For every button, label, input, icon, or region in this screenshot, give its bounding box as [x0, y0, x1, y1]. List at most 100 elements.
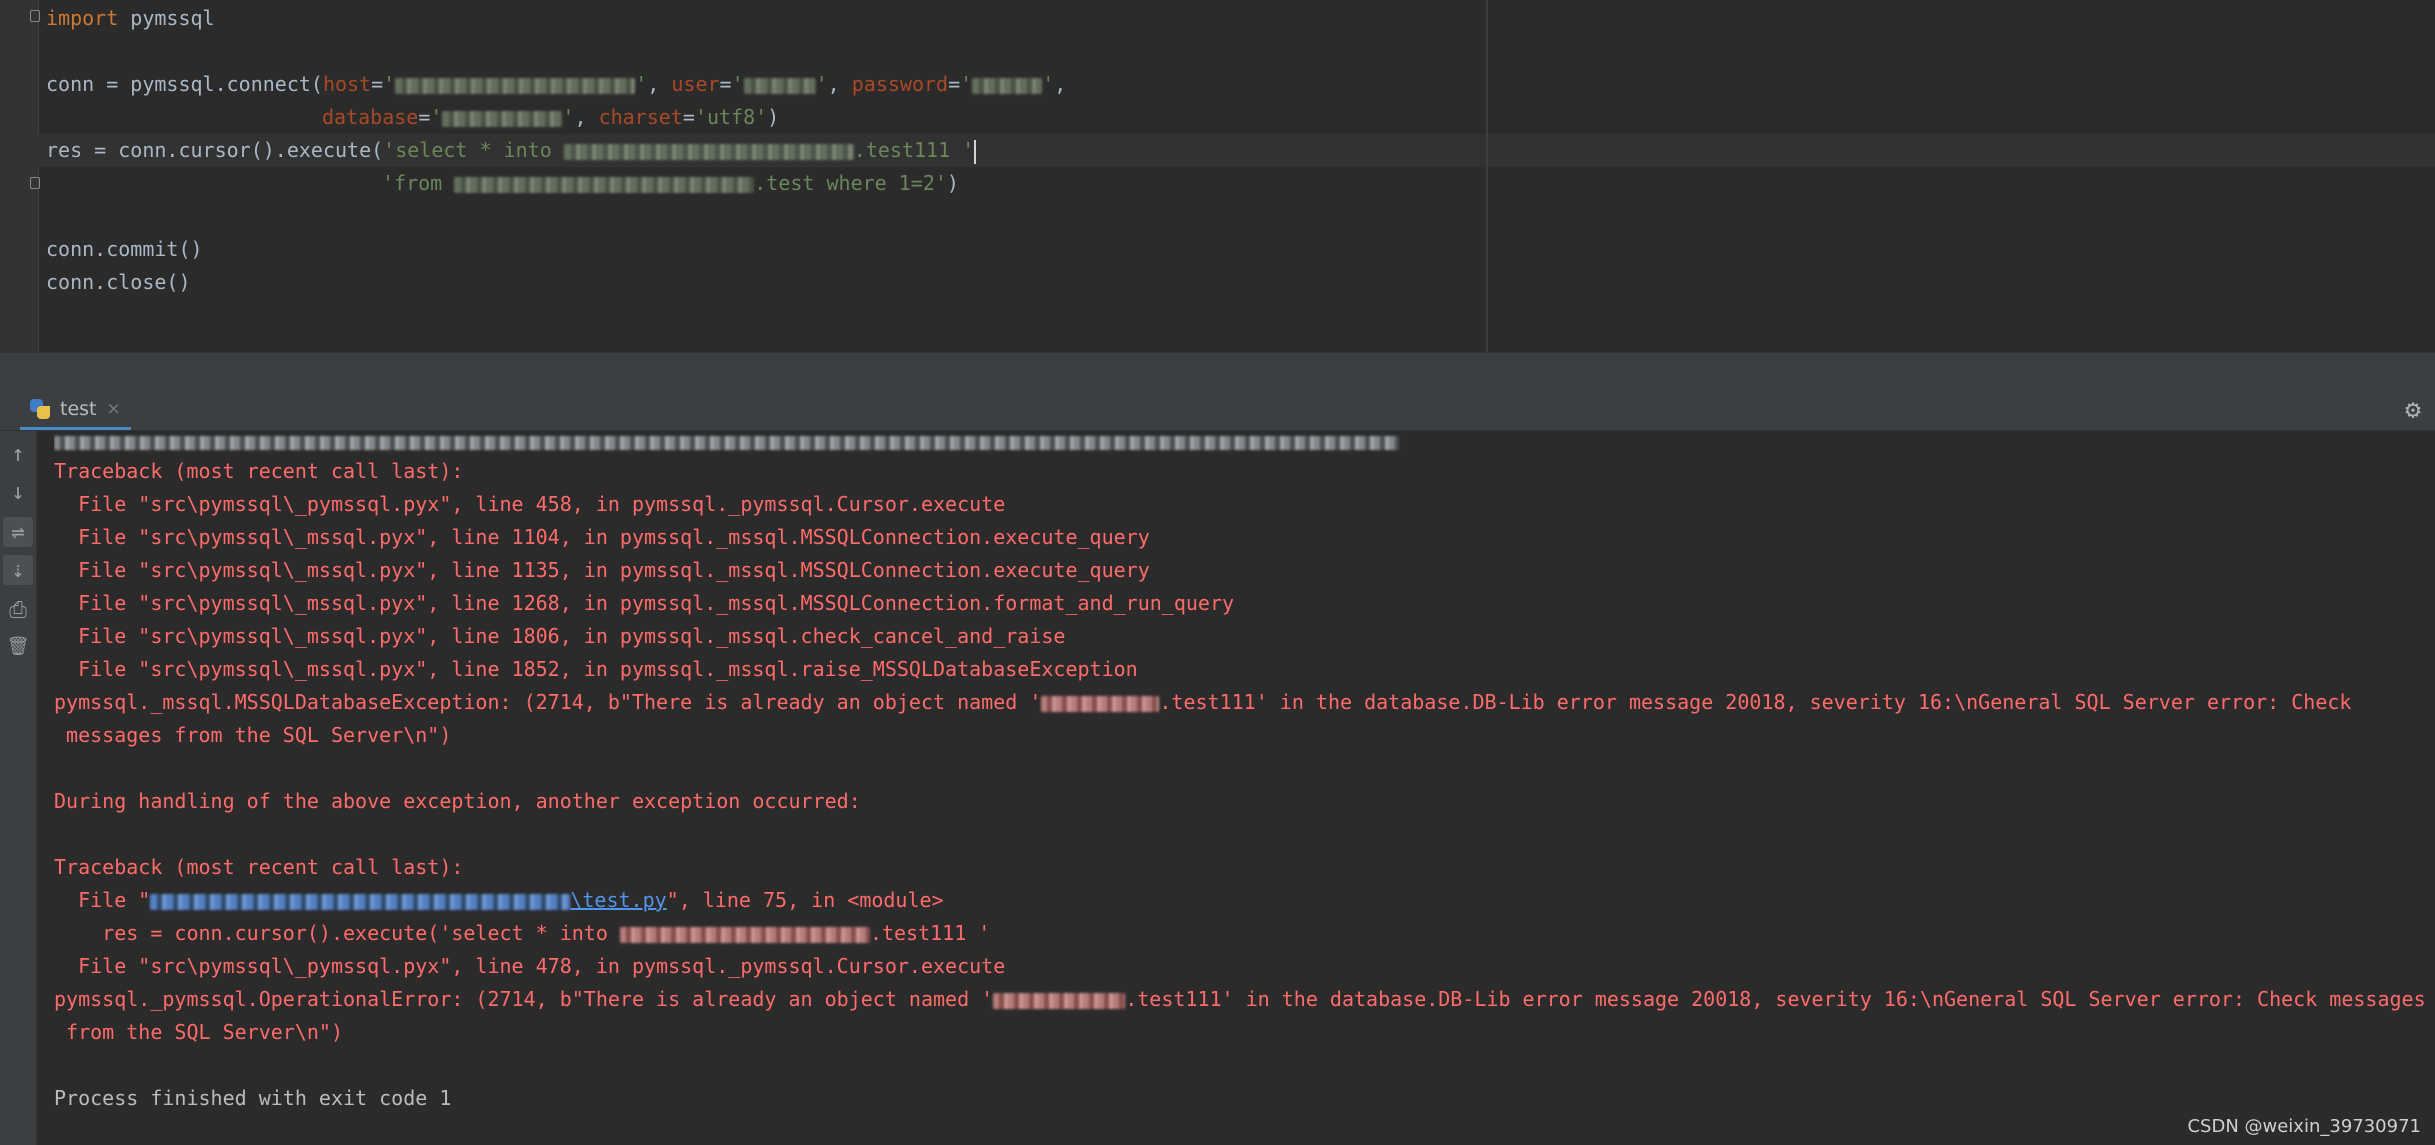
console-toolbar: ↑ ↓ ⇌ ⇣ ⎙ 🗑 — [0, 431, 37, 1145]
quote: ' — [635, 72, 648, 96]
console-line: File "src\pymssql\_mssql.pyx", line 1104… — [54, 525, 1150, 549]
trash-icon[interactable]: 🗑 — [3, 631, 33, 661]
console-line: File "src\pymssql\_pymssql.pyx", line 47… — [54, 954, 1006, 978]
sql-string-part: 'from — [382, 171, 455, 195]
arrow-up-icon[interactable]: ↑ — [3, 439, 33, 469]
code-line-1[interactable]: import pymssql — [46, 2, 215, 35]
python-icon — [30, 398, 50, 419]
redacted-object-name — [1041, 695, 1160, 712]
equals: = — [719, 72, 732, 96]
connect-call: conn = pymssql.connect( — [46, 72, 323, 96]
right-margin-guide — [1486, 0, 1488, 352]
scroll-to-end-icon[interactable]: ⇣ — [3, 555, 33, 585]
error-text: .test111' in the database.DB-Lib error m… — [1125, 987, 2426, 1011]
code-line-4[interactable]: database=' ', charset='utf8') — [322, 101, 779, 134]
redacted-source-table — [454, 176, 755, 193]
console-line: res = conn.cursor().execute('select * in… — [54, 917, 990, 950]
console-output[interactable]: Traceback (most recent call last): File … — [54, 431, 2429, 1145]
process-exit-line: Process finished with exit code 1 — [54, 1086, 452, 1110]
redacted-file-path — [150, 893, 571, 910]
close-icon[interactable]: × — [107, 399, 121, 419]
code-line-9[interactable]: conn.close() — [46, 266, 191, 299]
panel-splitter[interactable] — [0, 352, 2435, 391]
quote: ' — [731, 72, 744, 96]
sql-string-part: 'select * into — [383, 138, 564, 162]
run-tool-window-header: test × ⚙ — [0, 390, 2435, 431]
print-icon[interactable]: ⎙ — [3, 595, 33, 625]
code-line-3[interactable]: conn = pymssql.connect(host=' ', user=' ',… — [46, 68, 1066, 101]
redacted-host — [395, 77, 636, 94]
redacted-command-line — [54, 435, 1399, 450]
error-text: ", line 75, in <module> — [666, 888, 944, 912]
separator: , — [647, 72, 672, 96]
close-call: conn.close() — [46, 270, 191, 294]
error-text: pymssql._mssql.MSSQLDatabaseException: (… — [54, 690, 1042, 714]
code-line-8[interactable]: conn.commit() — [46, 233, 203, 266]
watermark: CSDN @weixin_39730971 — [2187, 1116, 2421, 1137]
console-line: File "src\pymssql\_pymssql.pyx", line 45… — [54, 492, 1006, 516]
sql-string-part: .test111 ' — [853, 138, 975, 162]
console-line: messages from the SQL Server\n") — [54, 723, 452, 747]
console-line: During handling of the above exception, … — [54, 789, 861, 813]
console-line: Traceback (most recent call last): — [54, 855, 464, 879]
console-line: pymssql._mssql.MSSQLDatabaseException: (… — [54, 686, 2351, 719]
close-paren: ) — [946, 171, 959, 195]
separator: , — [827, 72, 852, 96]
arrow-down-icon[interactable]: ↓ — [3, 477, 33, 507]
console-line: Traceback (most recent call last): — [54, 459, 464, 483]
console-line: File "src\pymssql\_mssql.pyx", line 1852… — [54, 657, 1138, 681]
equals: = — [418, 105, 431, 129]
code-line-6[interactable]: 'from .test where 1=2') — [382, 167, 959, 200]
error-text: File " — [54, 888, 151, 912]
close-paren: ) — [767, 105, 780, 129]
redacted-table-name — [619, 926, 870, 943]
file-link[interactable]: \test.py — [570, 888, 666, 912]
fold-marker-icon[interactable] — [30, 177, 40, 189]
soft-wrap-icon[interactable]: ⇌ — [3, 517, 33, 547]
quote: ' — [383, 72, 396, 96]
console-line: File "src\pymssql\_mssql.pyx", line 1268… — [54, 591, 1235, 615]
comma: , — [1054, 72, 1067, 96]
equals: = — [371, 72, 384, 96]
sql-string-part: .test where 1=2' — [754, 171, 947, 195]
equals: = — [948, 72, 961, 96]
console-line: pymssql._pymssql.OperationalError: (2714… — [54, 983, 2426, 1016]
code-line-5[interactable]: res = conn.cursor().execute('select * in… — [46, 134, 977, 167]
module-name: pymssql — [118, 6, 215, 30]
editor-gutter — [0, 0, 40, 352]
execute-call: res = conn.cursor().execute( — [46, 138, 384, 162]
param-user: user — [671, 72, 720, 96]
quote: ' — [815, 72, 828, 96]
code-editor[interactable]: import pymssql conn = pymssql.connect(ho… — [0, 0, 2435, 352]
charset-value: 'utf8' — [694, 105, 768, 129]
error-text: pymssql._pymssql.OperationalError: (2714… — [54, 987, 994, 1011]
param-database: database — [322, 105, 419, 129]
error-text: .test111 ' — [869, 921, 991, 945]
redacted-user — [743, 77, 816, 94]
equals: = — [682, 105, 695, 129]
quote: ' — [1042, 72, 1055, 96]
console-line: File " \test.py", line 75, in <module> — [54, 884, 944, 917]
quote: ' — [562, 105, 575, 129]
fold-marker-icon[interactable] — [30, 10, 40, 22]
quote: ' — [430, 105, 443, 129]
redacted-password — [972, 77, 1043, 94]
separator: , — [574, 105, 599, 129]
console-line-redacted — [54, 431, 1399, 458]
error-text: res = conn.cursor().execute('select * in… — [54, 921, 620, 945]
gear-icon[interactable]: ⚙ — [2399, 396, 2427, 424]
keyword-import: import — [46, 6, 119, 30]
redacted-database — [442, 110, 563, 127]
run-tab-test[interactable]: test × — [20, 390, 131, 430]
redacted-object-name — [993, 992, 1126, 1009]
console-line: File "src\pymssql\_mssql.pyx", line 1135… — [54, 558, 1150, 582]
param-charset: charset — [598, 105, 683, 129]
error-text: .test111' in the database.DB-Lib error m… — [1159, 690, 2352, 714]
console-line: from the SQL Server\n") — [54, 1020, 343, 1044]
redacted-target-table — [563, 143, 854, 160]
quote: ' — [960, 72, 973, 96]
param-password: password — [851, 72, 949, 96]
text-caret — [974, 139, 977, 164]
console-line: File "src\pymssql\_mssql.pyx", line 1806… — [54, 624, 1066, 648]
param-host: host — [322, 72, 372, 96]
